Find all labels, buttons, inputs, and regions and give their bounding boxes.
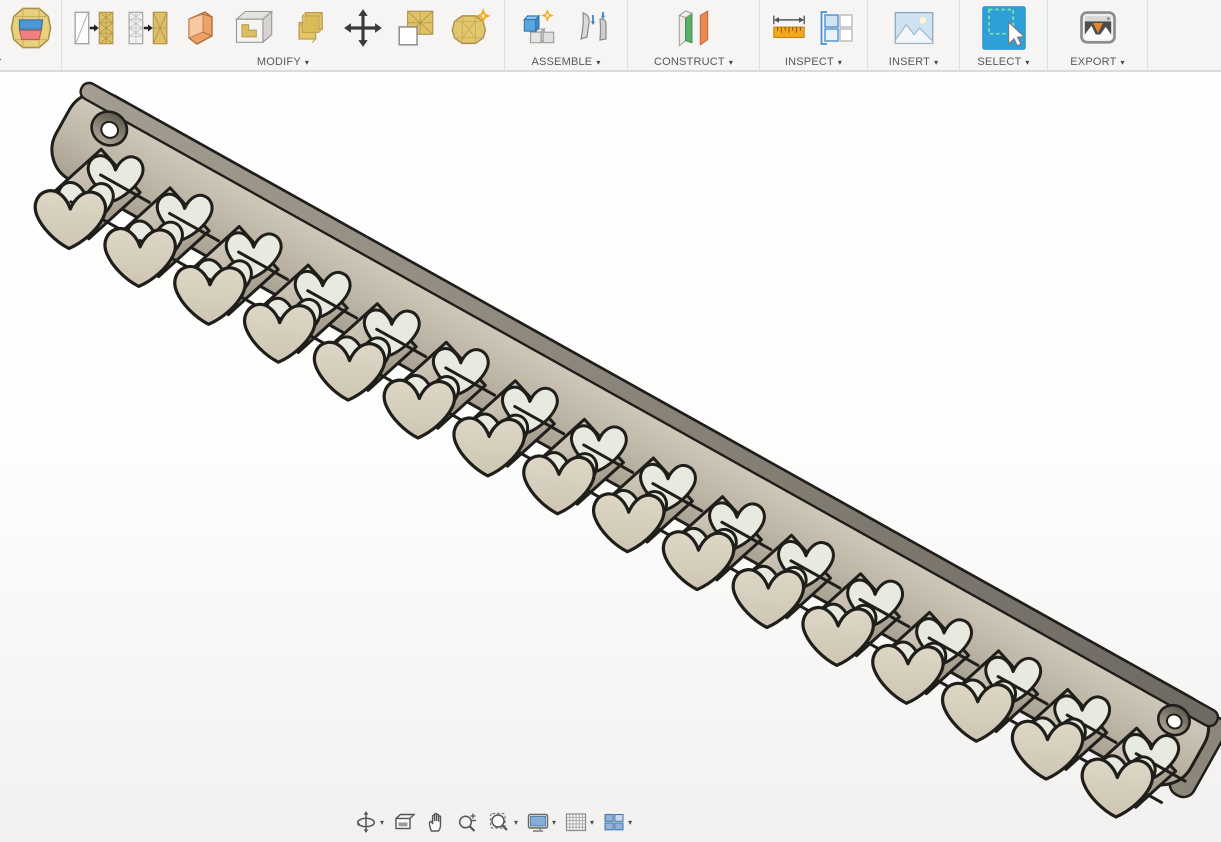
view-navbar: ▾ xyxy=(352,806,634,838)
orbit-icon xyxy=(354,810,378,834)
toolbar-group-create: ▾ xyxy=(0,0,62,70)
make-3d-print-button[interactable] xyxy=(1076,6,1120,50)
insert-menu[interactable]: INSERT▾ xyxy=(868,54,959,70)
look-at-icon xyxy=(392,810,416,834)
look-at-button[interactable] xyxy=(390,809,418,835)
toolbar-group-modify: MODIFY▾ xyxy=(62,0,505,70)
toolbar-group-inspect: INSPECT▾ xyxy=(760,0,868,70)
caret-icon: ▾ xyxy=(514,818,518,827)
construct-menu[interactable]: CONSTRUCT▾ xyxy=(628,54,759,70)
create-menu[interactable] xyxy=(0,54,61,70)
move-icon xyxy=(342,7,384,49)
erase-and-fill-icon xyxy=(180,8,220,48)
layout-grid-button[interactable]: ▾ xyxy=(562,809,596,835)
caret-icon: ▾ xyxy=(590,818,594,827)
toolbar-group-assemble: ASSEMBLE▾ xyxy=(505,0,628,70)
plate-body xyxy=(40,80,1221,797)
create-caret-icon[interactable]: ▾ xyxy=(0,56,1,67)
display-settings-button[interactable]: ▾ xyxy=(524,809,558,835)
erase-and-fill-button[interactable] xyxy=(180,8,220,48)
caret-icon: ▾ xyxy=(1025,58,1029,67)
layout-grid-icon xyxy=(564,810,588,834)
toolbar-spacer xyxy=(1148,0,1221,70)
merge-bodies-button[interactable] xyxy=(287,6,331,50)
convert-mesh-button[interactable] xyxy=(449,6,493,50)
fit-icon xyxy=(488,810,512,834)
shell-icon xyxy=(231,6,275,50)
move-button[interactable] xyxy=(342,7,384,49)
zoom-icon xyxy=(456,810,480,834)
select-window-icon xyxy=(981,5,1027,51)
caret-icon: ▾ xyxy=(934,58,938,67)
assemble-menu[interactable]: ASSEMBLE▾ xyxy=(505,54,627,70)
inspect-menu[interactable]: INSPECT▾ xyxy=(760,54,867,70)
display-settings-icon xyxy=(526,810,550,834)
caret-icon: ▾ xyxy=(729,58,733,67)
select-window-button[interactable] xyxy=(981,5,1027,51)
toolbar-group-select: SELECT▾ xyxy=(960,0,1048,70)
fit-button[interactable]: ▾ xyxy=(486,809,520,835)
joint-icon xyxy=(574,8,614,48)
shell-button[interactable] xyxy=(231,6,275,50)
toolbar-group-construct: CONSTRUCT▾ xyxy=(628,0,760,70)
make-3d-print-icon xyxy=(1076,6,1120,50)
caret-icon: ▾ xyxy=(305,58,309,67)
merge-bodies-icon xyxy=(287,6,331,50)
toolbar-group-export: EXPORT▾ xyxy=(1048,0,1148,70)
viewports-icon xyxy=(602,810,626,834)
reduce-button[interactable] xyxy=(127,7,169,49)
insert-image-button[interactable] xyxy=(892,6,936,50)
orbit-button[interactable]: ▾ xyxy=(352,809,386,835)
mesh-body-button[interactable] xyxy=(8,5,54,51)
remesh-icon xyxy=(73,7,115,49)
construction-plane-icon xyxy=(673,7,715,49)
3d-viewport[interactable] xyxy=(0,0,1221,842)
select-menu[interactable]: SELECT▾ xyxy=(960,54,1047,70)
caret-icon: ▾ xyxy=(838,58,842,67)
model-plate xyxy=(40,80,1221,804)
plane-cut-button[interactable] xyxy=(395,7,437,49)
caret-icon: ▾ xyxy=(380,818,384,827)
viewports-button[interactable]: ▾ xyxy=(600,809,634,835)
zoom-button[interactable] xyxy=(454,809,482,835)
mesh-body-icon xyxy=(8,5,54,51)
construction-plane-button[interactable] xyxy=(673,7,715,49)
section-analysis-button[interactable] xyxy=(817,8,857,48)
caret-icon: ▾ xyxy=(552,818,556,827)
measure-icon xyxy=(770,9,808,47)
toolbar-group-insert: INSERT▾ xyxy=(868,0,960,70)
new-component-button[interactable] xyxy=(518,7,560,49)
section-analysis-icon xyxy=(817,8,857,48)
plane-cut-icon xyxy=(395,7,437,49)
export-menu[interactable]: EXPORT▾ xyxy=(1048,54,1147,70)
caret-icon: ▾ xyxy=(596,58,600,67)
toolbar: ▾ xyxy=(0,0,1221,72)
pan-button[interactable] xyxy=(422,809,450,835)
joint-button[interactable] xyxy=(574,8,614,48)
pan-icon xyxy=(424,810,448,834)
caret-icon: ▾ xyxy=(628,818,632,827)
reduce-icon xyxy=(127,7,169,49)
plate-top-edge xyxy=(78,80,1221,729)
modify-menu[interactable]: MODIFY▾ xyxy=(62,54,504,70)
convert-mesh-icon xyxy=(449,6,493,50)
remesh-button[interactable] xyxy=(73,7,115,49)
measure-button[interactable] xyxy=(770,9,808,47)
new-component-icon xyxy=(518,7,560,49)
plate-group xyxy=(40,80,1221,804)
insert-image-icon xyxy=(892,6,936,50)
fusion-window: ▾ xyxy=(0,0,1221,842)
caret-icon: ▾ xyxy=(1121,58,1125,67)
